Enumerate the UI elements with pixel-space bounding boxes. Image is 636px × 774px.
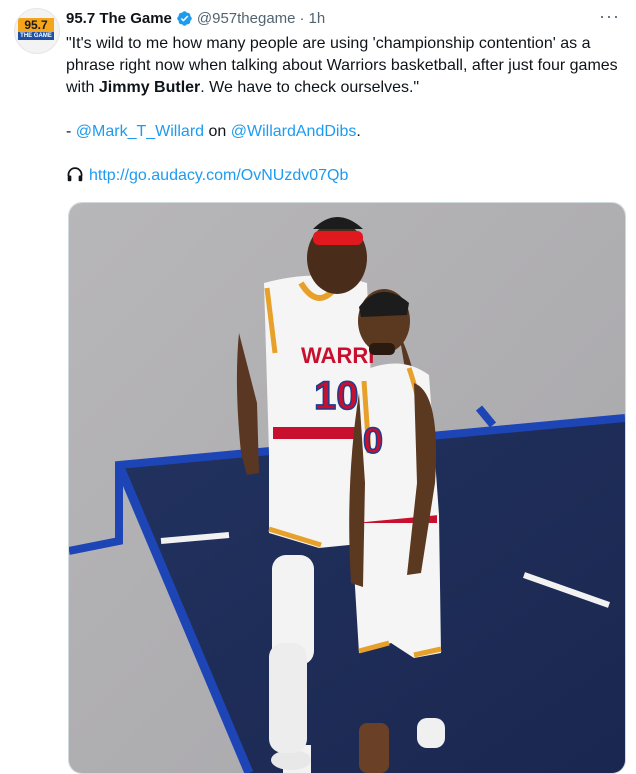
quote-bold-name: Jimmy Butler	[98, 79, 201, 96]
account-handle[interactable]: @957thegame	[197, 10, 296, 27]
avatar-logo-subtitle: THE GAME	[18, 32, 54, 40]
jersey-1-text: WARRI	[301, 343, 374, 368]
attribution-prefix: -	[66, 123, 76, 140]
red-headband	[313, 231, 363, 245]
tweet-body: "It's wild to me how many people are usi…	[66, 33, 622, 187]
jersey-2-number: 0	[363, 420, 383, 461]
account-name[interactable]: 95.7 The Game	[66, 10, 172, 27]
avatar-logo-number: 95.7	[18, 18, 54, 32]
photo-illustration: WARRI 10 0	[69, 203, 625, 773]
attribution-end: .	[356, 123, 361, 140]
verified-badge-icon	[177, 10, 192, 26]
header-separator: ·	[299, 9, 305, 27]
tweet-photo[interactable]: WARRI 10 0	[68, 202, 626, 774]
attribution-on: on	[204, 123, 231, 140]
quote-text-end: . We have to check ourselves."	[200, 79, 420, 96]
mention-mark-willard[interactable]: @Mark_T_Willard	[76, 123, 204, 140]
avatar[interactable]: 95.7 THE GAME	[14, 8, 60, 54]
tweet-timestamp[interactable]: 1h	[309, 10, 326, 27]
audacy-link[interactable]: http://go.audacy.com/OvNUzdv07Qb	[89, 167, 348, 184]
headphones-icon	[67, 167, 83, 182]
more-options-icon[interactable]: ···	[599, 6, 620, 27]
mention-willard-and-dibs[interactable]: @WillardAndDibs	[231, 123, 357, 140]
tweet-header: 95.7 The Game @957thegame · 1h	[66, 8, 325, 28]
jersey-1-number: 10	[314, 374, 359, 418]
